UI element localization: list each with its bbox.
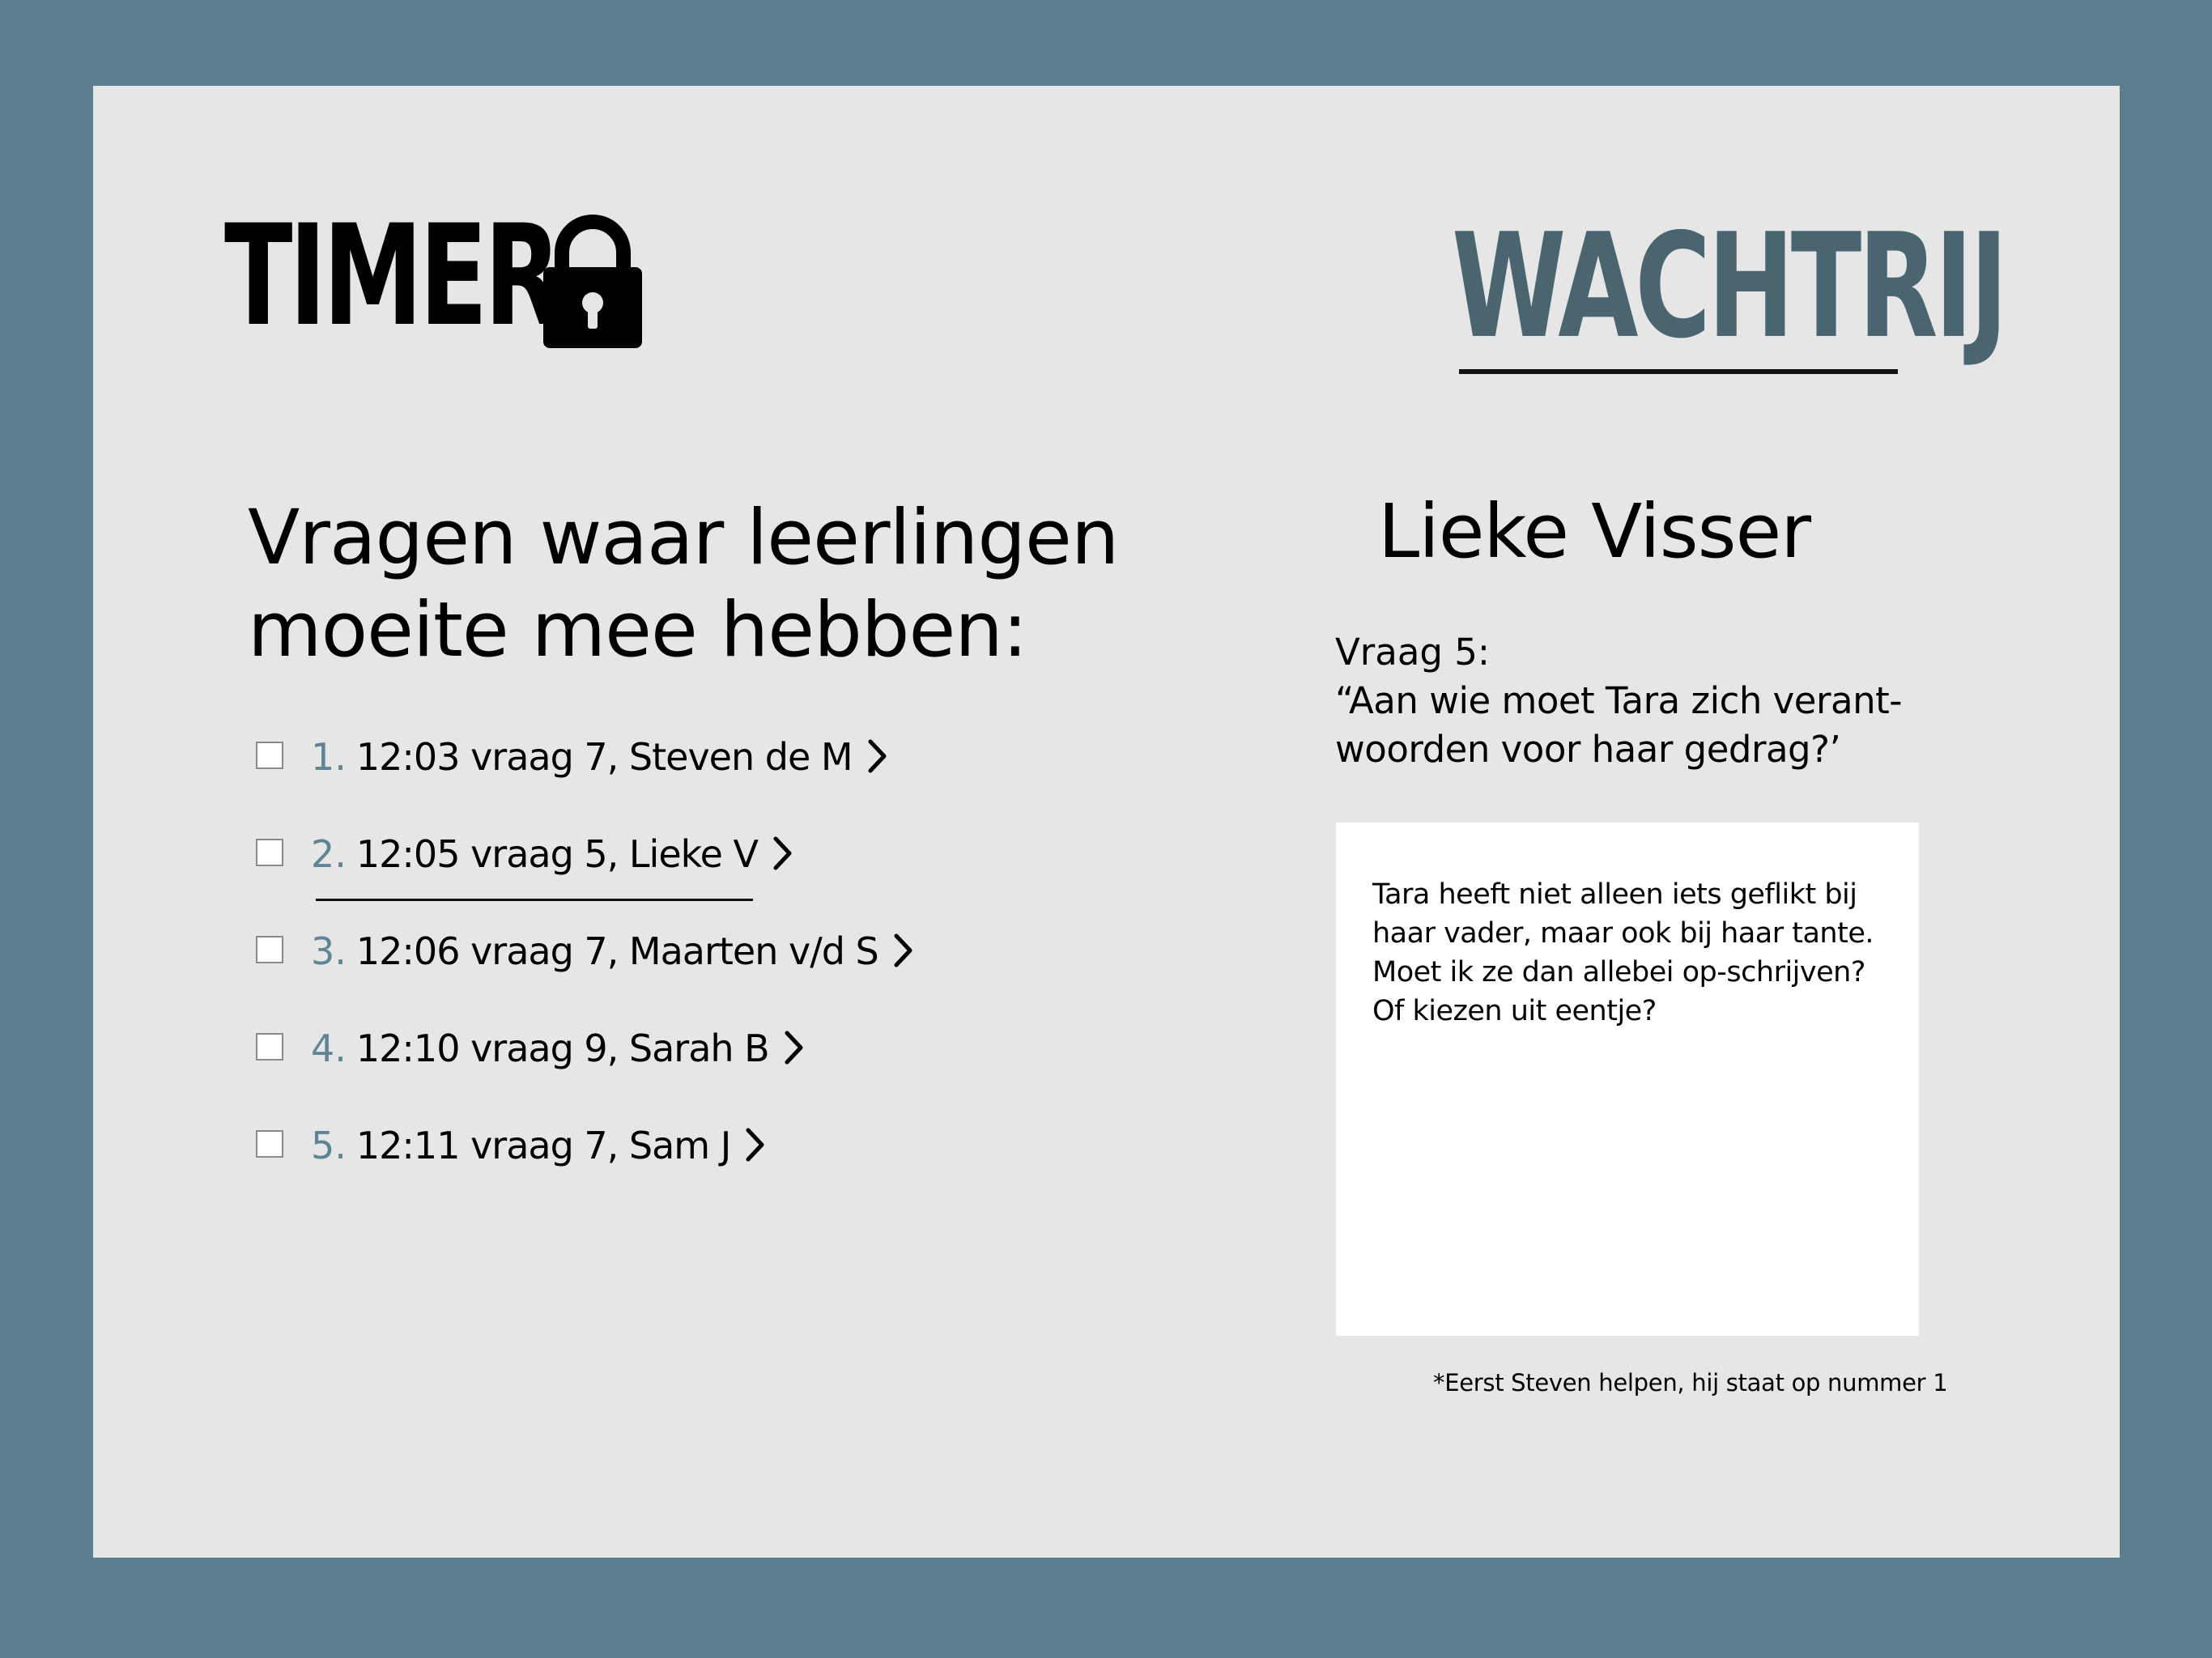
queue-item[interactable]: 5. 12:11 vraag 7, Sam J <box>256 1117 914 1214</box>
question-queue-list: 1. 12:03 vraag 7, Steven de M 2. 12:05 v… <box>256 729 914 1214</box>
selected-item-underline <box>316 899 753 901</box>
queue-item-number: 4. <box>311 1027 347 1070</box>
queue-item-number: 3. <box>311 929 347 973</box>
queue-item-checkbox[interactable] <box>256 1130 283 1158</box>
queue-item-text: 12:10 vraag 9, Sarah B <box>355 1027 770 1070</box>
question-label: Vraag 5: <box>1335 631 1491 674</box>
chevron-right-icon[interactable] <box>745 1127 766 1163</box>
queue-item-text: 12:06 vraag 7, Maarten v/d S <box>355 929 879 973</box>
chevron-right-icon[interactable] <box>893 933 914 968</box>
queue-item-checkbox[interactable] <box>256 742 283 769</box>
tab-wachtrij-label: WACHTRIJ <box>1452 202 2008 370</box>
queue-item[interactable]: 3. 12:06 vraag 7, Maarten v/d S <box>256 923 914 1020</box>
queue-item-text: 12:05 vraag 5, Lieke V <box>355 832 759 876</box>
queue-item-checkbox[interactable] <box>256 839 283 866</box>
questions-heading: Vragen waar leerlingen moeite mee hebben… <box>248 494 1119 674</box>
queue-item[interactable]: 1. 12:03 vraag 7, Steven de M <box>256 729 914 826</box>
queue-item-text: 12:03 vraag 7, Steven de M <box>355 735 853 779</box>
footnote: *Eerst Steven helpen, hij staat op numme… <box>1433 1369 1948 1397</box>
chevron-right-icon[interactable] <box>867 738 888 774</box>
question-text: “Aan wie moet Tara zich verant-woorden v… <box>1335 679 1902 771</box>
queue-item-number: 5. <box>311 1124 347 1167</box>
student-name: Lieke Visser <box>1378 488 1811 575</box>
queue-item-text: 12:11 vraag 7, Sam J <box>355 1124 731 1167</box>
tab-wachtrij[interactable]: WACHTRIJ <box>1452 215 2212 359</box>
student-message-box[interactable]: Tara heeft niet alleen iets geflikt bij … <box>1336 823 1919 1336</box>
queue-item-selected[interactable]: 2. 12:05 vraag 5, Lieke V <box>256 826 914 923</box>
queue-item-number: 1. <box>311 735 347 779</box>
chevron-right-icon[interactable] <box>772 835 793 871</box>
queue-item-checkbox[interactable] <box>256 936 283 963</box>
timer-title: TIMER <box>224 194 561 357</box>
queue-item-checkbox[interactable] <box>256 1033 283 1061</box>
queue-item[interactable]: 4. 12:10 vraag 9, Sarah B <box>256 1020 914 1117</box>
tab-active-underline <box>1459 369 1898 374</box>
chevron-right-icon[interactable] <box>784 1030 805 1065</box>
queue-item-number: 2. <box>311 832 347 876</box>
lock-icon[interactable] <box>541 212 644 350</box>
